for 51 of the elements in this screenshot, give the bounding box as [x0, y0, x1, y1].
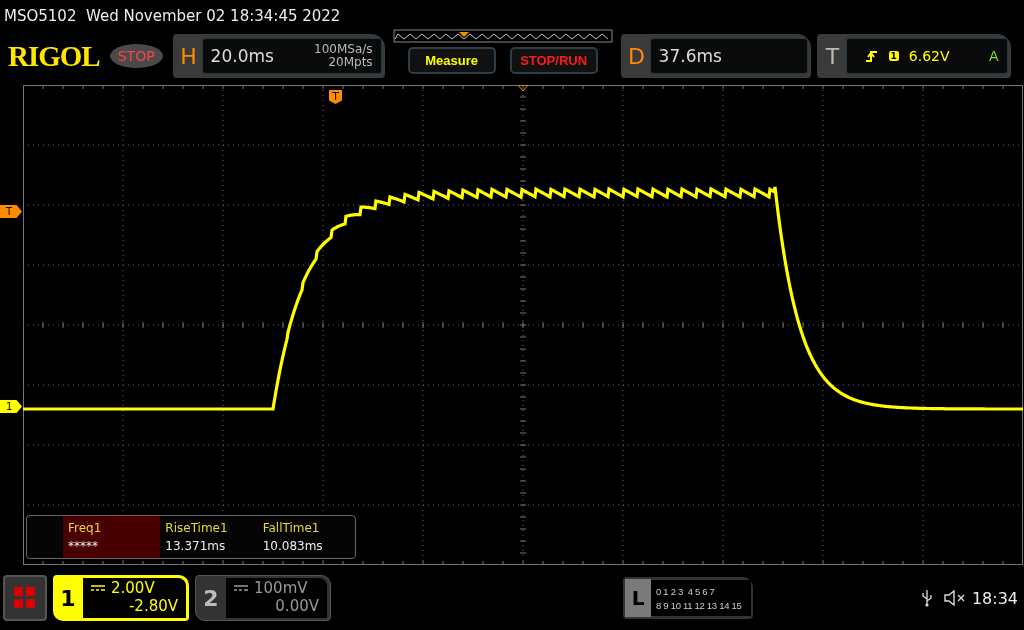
menu-button[interactable]: Measure	[407, 46, 496, 74]
menu-button[interactable]	[3, 575, 47, 621]
dc-coupling-icon	[91, 585, 105, 591]
logic-channels: 0 1 2 3 4 5 6 7	[656, 585, 716, 597]
menu-icon	[14, 587, 36, 609]
measurement-value: *****	[68, 539, 99, 553]
channel-scale: 100mV	[254, 579, 308, 597]
measurement-item[interactable]: Freq1 *****	[63, 516, 161, 558]
trigger-mode: A	[989, 48, 999, 64]
delay-marker-icon	[518, 85, 528, 91]
dc-coupling-icon	[234, 585, 248, 591]
trigger-position-marker[interactable]: T	[329, 90, 342, 104]
channel-number: 1	[59, 585, 77, 611]
channel-number: 2	[202, 585, 220, 611]
delay-letter: D	[627, 43, 647, 69]
sample-rate: 100MSa/s	[314, 43, 373, 56]
rising-edge-icon	[864, 49, 879, 63]
usb-icon	[921, 589, 932, 607]
trigger-panel[interactable]: T 1 6.62V A	[816, 34, 1011, 78]
delay-value: 37.6ms	[658, 46, 722, 66]
memory-depth: 20Mpts	[328, 56, 373, 69]
trigger-level: 6.62V	[908, 48, 950, 64]
channel-offset: -2.80V	[128, 597, 178, 615]
muted-speaker-icon	[943, 590, 966, 606]
measurement-value: 10.083ms	[262, 539, 324, 553]
measurement-item[interactable]: RiseTime1 13.371ms	[160, 516, 258, 558]
logic-panel[interactable]: L 0 1 2 3 4 5 6 7 8 9 10 11 12 13 14 15	[623, 577, 753, 619]
logic-channels: 8 9 10 11 12 13 14 15	[656, 599, 743, 611]
run-state-indicator: STOP	[109, 44, 163, 68]
measurement-item[interactable]: FallTime1 10.083ms	[257, 516, 355, 558]
horizontal-panel[interactable]: H 20.0ms 100MSa/s 20Mpts	[172, 34, 385, 78]
timebase-value: 20.0ms	[210, 46, 274, 66]
trigger-letter: T	[824, 43, 841, 69]
measurement-label: RiseTime1	[165, 521, 229, 535]
logo: RIGOL	[8, 39, 100, 73]
delay-panel[interactable]: D 37.6ms	[620, 34, 811, 78]
menu-button[interactable]: STOP/RUN	[509, 46, 598, 74]
logic-letter: L	[625, 579, 651, 617]
measurement-value: 13.371ms	[165, 539, 227, 553]
measurement-label: Freq1	[68, 521, 103, 535]
trigger-level-marker[interactable]: T	[0, 205, 22, 218]
horizontal-letter: H	[179, 43, 198, 69]
clock: 18:34	[971, 588, 1018, 608]
channel-panel[interactable]: 2 100mV 0.00V	[195, 575, 331, 621]
measurement-label: FallTime1	[262, 521, 321, 535]
trigger-source-badge: 1	[888, 51, 899, 61]
channel-scale: 2.00V	[111, 579, 155, 597]
window-title: MSO5102 Wed November 02 18:34:45 2022	[3, 6, 342, 27]
channel-panel[interactable]: 1 2.00V -2.80V	[53, 575, 189, 621]
channel-marker[interactable]: 1	[0, 400, 22, 413]
channel-offset: 0.00V	[275, 597, 319, 615]
